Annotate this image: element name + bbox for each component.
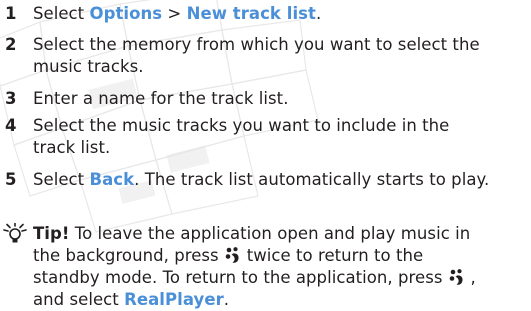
tip-line-text: the background, press: [33, 246, 219, 265]
step-text-line: Select the music tracks you want to incl…: [33, 116, 450, 135]
step-text: Enter a name for the track list.: [33, 88, 531, 110]
step-number: 2: [5, 35, 17, 54]
command-new-track-list: New track list: [186, 4, 316, 23]
step-number: 4: [5, 116, 17, 135]
step-text-prefix: Select: [33, 170, 90, 189]
step-text: Select the music tracks you want to incl…: [33, 115, 531, 159]
command-options: Options: [89, 4, 163, 23]
step-text-line: track list.: [33, 138, 111, 157]
step-text-suffix: .: [315, 4, 322, 23]
tip-line-text: ,: [470, 268, 476, 287]
tip-line: the background, press twice to return to…: [33, 245, 531, 267]
tip-line: and select RealPlayer.: [33, 289, 531, 311]
step-number: 1: [5, 4, 17, 23]
tip-line-text: standby mode. To return to the applicati…: [33, 268, 443, 287]
tip-line: standby mode. To return to the applicati…: [33, 267, 531, 289]
menu-key-icon: [449, 269, 463, 285]
step-text-line: music tracks.: [33, 57, 144, 76]
tip-line: Tip! To leave the application open and p…: [33, 223, 531, 245]
step-text-suffix: . The track list automatically starts to…: [134, 170, 490, 189]
tip-text: Tip! To leave the application open and p…: [33, 223, 531, 311]
step-number: 3: [5, 89, 17, 108]
step-text-line: Select the memory from which you want to…: [33, 35, 480, 54]
menu-key-icon: [225, 247, 239, 263]
lightbulb-icon: [3, 223, 27, 243]
tip-label: Tip!: [33, 224, 70, 243]
step-text: Select Back. The track list automaticall…: [33, 169, 531, 191]
step-text: Select Options > New track list.: [33, 3, 531, 25]
menu-separator: >: [162, 4, 187, 23]
step-text: Select the memory from which you want to…: [33, 34, 531, 78]
step-number: 5: [5, 170, 17, 189]
step-text-line: Enter a name for the track list.: [33, 89, 289, 108]
tip-line-text: To leave the application open and play m…: [69, 224, 471, 243]
command-back: Back: [89, 170, 135, 189]
step-text-prefix: Select: [33, 4, 90, 23]
tip-line-text: twice to return to the: [246, 246, 424, 265]
